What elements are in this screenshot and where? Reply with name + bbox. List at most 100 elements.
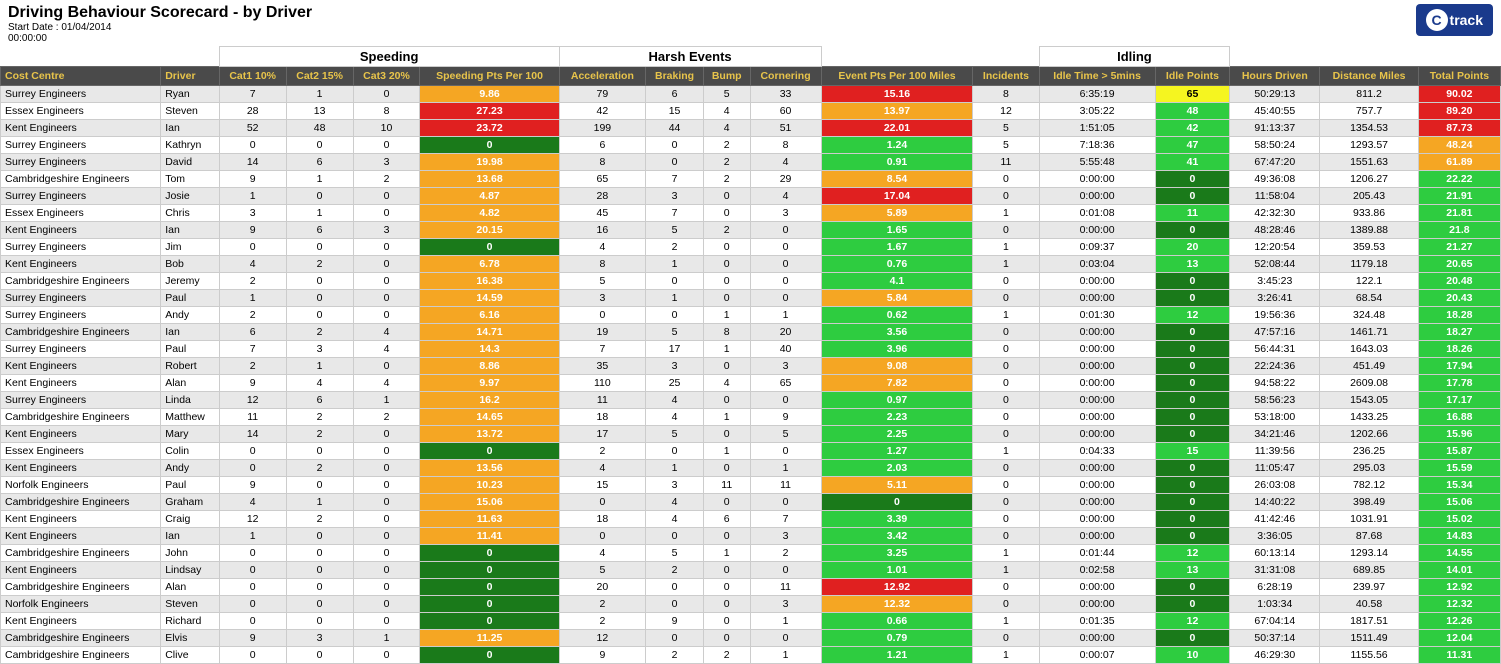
- cell-idle-points: 0: [1155, 341, 1230, 358]
- cell-idle-points: 10: [1155, 647, 1230, 664]
- table-row: Cambridgeshire EngineersAlan000020001112…: [1, 579, 1501, 596]
- logo-c-icon: C: [1426, 9, 1448, 31]
- cell-speeding-pts: 9.97: [420, 375, 559, 392]
- cell-cat3: 1: [353, 392, 420, 409]
- cell-cat2: 0: [286, 443, 353, 460]
- cell-incidents: 0: [973, 375, 1039, 392]
- cell-hours-driven: 67:47:20: [1230, 154, 1320, 171]
- cell-event-pts: 3.25: [821, 545, 973, 562]
- cell-hours-driven: 53:18:00: [1230, 409, 1320, 426]
- cell-cornering: 0: [750, 494, 821, 511]
- cell-cat1: 4: [219, 256, 286, 273]
- cell-incidents: 1: [973, 239, 1039, 256]
- cell-cat1: 2: [219, 358, 286, 375]
- cell-hours-driven: 12:20:54: [1230, 239, 1320, 256]
- cell-cost-centre: Surrey Engineers: [1, 341, 161, 358]
- cell-hours-driven: 60:13:14: [1230, 545, 1320, 562]
- cell-hours-driven: 34:21:46: [1230, 426, 1320, 443]
- cell-cat2: 0: [286, 239, 353, 256]
- table-row: Surrey EngineersKathryn000060281.2457:18…: [1, 137, 1501, 154]
- main-table: Speeding Harsh Events Idling Cost Centre…: [0, 46, 1501, 664]
- cell-hours-driven: 47:57:16: [1230, 324, 1320, 341]
- cell-cat3: 8: [353, 103, 420, 120]
- cell-bump: 0: [703, 392, 750, 409]
- cell-bump: 0: [703, 426, 750, 443]
- cell-distance-miles: 236.25: [1320, 443, 1418, 460]
- cell-event-pts: 3.42: [821, 528, 973, 545]
- cell-speeding-pts: 0: [420, 562, 559, 579]
- cell-incidents: 0: [973, 494, 1039, 511]
- cell-idle-time: 0:00:00: [1039, 630, 1155, 647]
- cell-idle-points: 13: [1155, 256, 1230, 273]
- cell-incidents: 12: [973, 103, 1039, 120]
- cell-total-points: 21.91: [1418, 188, 1500, 205]
- cell-distance-miles: 1206.27: [1320, 171, 1418, 188]
- cell-braking: 4: [646, 494, 704, 511]
- col-idle-points: Idle Points: [1155, 67, 1230, 86]
- cell-braking: 0: [646, 528, 704, 545]
- cell-bump: 4: [703, 120, 750, 137]
- cell-idle-points: 12: [1155, 613, 1230, 630]
- cell-acceleration: 12: [559, 630, 646, 647]
- cell-cat1: 12: [219, 392, 286, 409]
- cell-idle-points: 0: [1155, 511, 1230, 528]
- cell-idle-points: 0: [1155, 409, 1230, 426]
- cell-idle-time: 0:00:00: [1039, 579, 1155, 596]
- cell-distance-miles: 1817.51: [1320, 613, 1418, 630]
- cell-event-pts: 0.97: [821, 392, 973, 409]
- cell-event-pts: 15.16: [821, 86, 973, 103]
- table-row: Surrey EngineersPaul10014.5931005.8400:0…: [1, 290, 1501, 307]
- cell-speeding-pts: 0: [420, 545, 559, 562]
- cell-total-points: 17.94: [1418, 358, 1500, 375]
- cell-cat3: 3: [353, 154, 420, 171]
- cell-cost-centre: Surrey Engineers: [1, 290, 161, 307]
- cell-driver: John: [161, 545, 220, 562]
- cell-cat3: 0: [353, 239, 420, 256]
- table-row: Kent EngineersAlan9449.97110254657.8200:…: [1, 375, 1501, 392]
- cell-braking: 5: [646, 324, 704, 341]
- cell-hours-driven: 50:29:13: [1230, 86, 1320, 103]
- cell-cost-centre: Surrey Engineers: [1, 392, 161, 409]
- cell-cat2: 0: [286, 290, 353, 307]
- logo: C track: [1416, 4, 1493, 36]
- cell-total-points: 89.20: [1418, 103, 1500, 120]
- cell-speeding-pts: 6.16: [420, 307, 559, 324]
- cell-driver: Ian: [161, 528, 220, 545]
- cell-idle-time: 0:00:00: [1039, 273, 1155, 290]
- cell-bump: 1: [703, 409, 750, 426]
- cell-cost-centre: Surrey Engineers: [1, 154, 161, 171]
- cell-hours-driven: 48:28:46: [1230, 222, 1320, 239]
- cell-cat2: 2: [286, 324, 353, 341]
- cell-cat2: 6: [286, 392, 353, 409]
- cell-total-points: 22.22: [1418, 171, 1500, 188]
- start-date: Start Date : 01/04/2014 00:00:00: [8, 22, 312, 44]
- cell-hours-driven: 58:50:24: [1230, 137, 1320, 154]
- cell-incidents: 0: [973, 171, 1039, 188]
- cell-cost-centre: Cambridgeshire Engineers: [1, 409, 161, 426]
- cell-total-points: 14.55: [1418, 545, 1500, 562]
- cell-total-points: 48.24: [1418, 137, 1500, 154]
- cell-cat1: 1: [219, 528, 286, 545]
- cell-speeding-pts: 0: [420, 647, 559, 664]
- cell-speeding-pts: 13.68: [420, 171, 559, 188]
- cell-incidents: 0: [973, 630, 1039, 647]
- cell-driver: Kathryn: [161, 137, 220, 154]
- cell-cornering: 0: [750, 273, 821, 290]
- cell-cost-centre: Kent Engineers: [1, 613, 161, 630]
- cell-speeding-pts: 19.98: [420, 154, 559, 171]
- cell-bump: 0: [703, 562, 750, 579]
- logo-text: track: [1450, 12, 1483, 28]
- cell-idle-time: 0:00:00: [1039, 409, 1155, 426]
- cell-hours-driven: 3:26:41: [1230, 290, 1320, 307]
- table-row: Kent EngineersMary142013.72175052.2500:0…: [1, 426, 1501, 443]
- cell-cat1: 0: [219, 647, 286, 664]
- cell-speeding-pts: 4.87: [420, 188, 559, 205]
- cell-incidents: 0: [973, 511, 1039, 528]
- cell-event-pts: 3.96: [821, 341, 973, 358]
- cell-cat3: 0: [353, 596, 420, 613]
- table-row: Kent EngineersCraig122011.63184673.3900:…: [1, 511, 1501, 528]
- cell-braking: 7: [646, 171, 704, 188]
- cell-cat3: 0: [353, 511, 420, 528]
- cell-total-points: 18.27: [1418, 324, 1500, 341]
- cell-cat1: 6: [219, 324, 286, 341]
